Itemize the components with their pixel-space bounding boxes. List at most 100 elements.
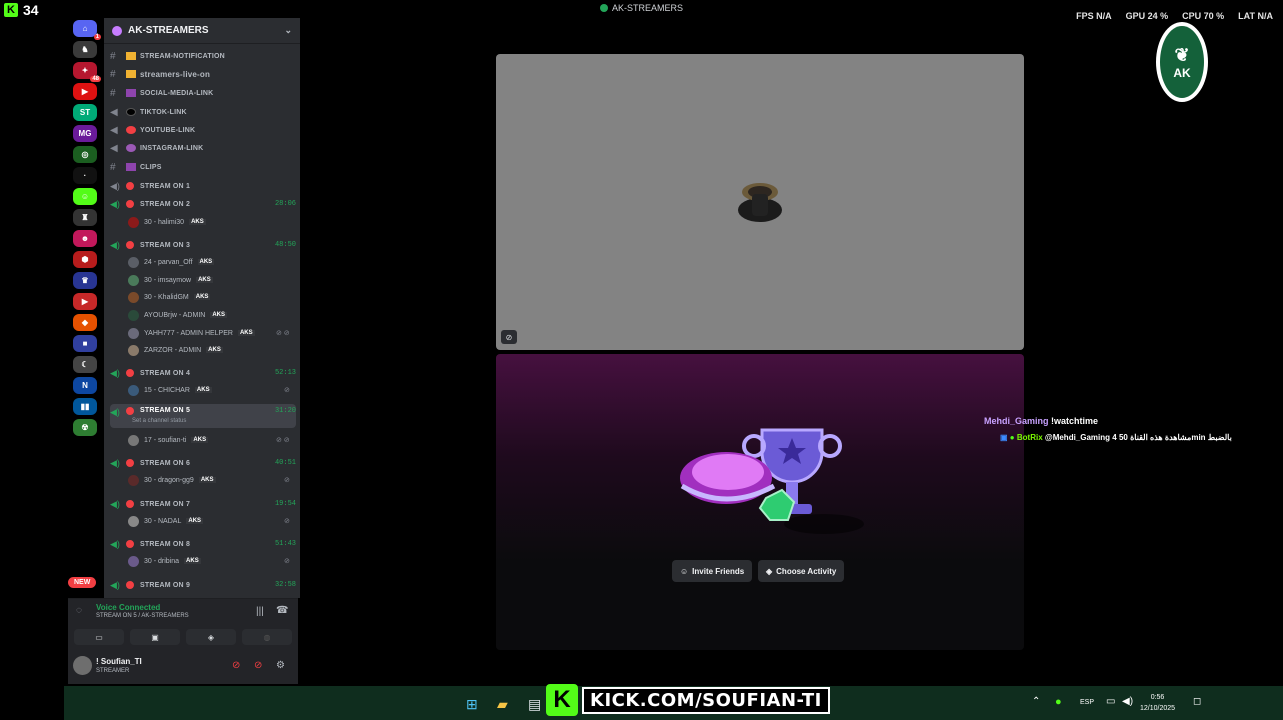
notification-icon[interactable]: ◻ <box>1193 696 1201 707</box>
server-icon-avatar[interactable]: ☻ <box>73 230 97 247</box>
voice-user[interactable]: 24 - parvan_Off AKS <box>128 255 215 269</box>
server-icon-st[interactable]: ST <box>73 104 97 121</box>
voice-user[interactable]: ZARZOR - ADMIN AKS <box>128 343 223 357</box>
server-icon-alien[interactable]: ☢ <box>73 419 97 436</box>
voice-user[interactable]: 30 - dribina AKS ⊘ <box>128 554 290 568</box>
channel-status-hint[interactable]: Set a channel status <box>132 418 186 424</box>
voice-channel-7[interactable]: ◀) STREAM ON 7 19:54 <box>110 496 296 512</box>
server-icon-badge[interactable]: ◆ <box>73 314 97 331</box>
gear-icon[interactable]: ⚙ <box>276 660 285 671</box>
voice-channel-2[interactable]: ◀) STREAM ON 2 28:06 <box>110 196 296 212</box>
channel-stream-notification[interactable]: # stream-notification <box>110 48 296 64</box>
microphone-icon[interactable]: ● <box>1055 696 1062 708</box>
volume-icon[interactable]: ◀) <box>1122 696 1133 707</box>
channel-name: STREAM ON 9 <box>140 581 191 589</box>
voice-user[interactable]: YAHH777 - ADMIN HELPER AKS ⊘ ⊘ <box>128 326 290 340</box>
voice-channel-1[interactable]: ◀) STREAM ON 1 <box>110 178 296 194</box>
user-tag: AKS <box>197 259 215 265</box>
signal-icon[interactable]: ◌ <box>76 605 82 616</box>
voice-user[interactable]: 30 - halimi30 AKS <box>128 215 206 229</box>
chat-message: ▣ ● BotRix @Mehdi_Gaming 4 مشاهدة هذه ال… <box>1000 433 1232 442</box>
screen-share-button[interactable]: ▣ <box>130 629 180 645</box>
deafened-icon[interactable]: ⊘ <box>254 660 262 671</box>
voice-channel-path[interactable]: STREAM ON 5 / AK-STREAMERS <box>96 613 189 619</box>
server-icon-dark[interactable]: · <box>73 167 97 184</box>
server-icon-moon[interactable]: ☾ <box>73 356 97 373</box>
server-icon-red[interactable]: ✦ 48 <box>73 62 101 82</box>
user-status: STREAMER <box>96 668 130 674</box>
voice-channel-6[interactable]: ◀) STREAM ON 6 40:51 <box>110 455 296 471</box>
activity-button[interactable]: ◈ <box>186 629 236 645</box>
channel-youtube-link[interactable]: ◀ youtube-link <box>110 122 296 138</box>
record-dot-icon <box>126 540 134 548</box>
server-icon-bars[interactable]: ▮▮ <box>73 398 97 415</box>
server-icon-folder[interactable]: ■ <box>73 335 97 352</box>
disconnect-icon[interactable]: ☎ <box>276 605 288 616</box>
channel-social-media-link[interactable]: # social-media-link <box>110 85 296 101</box>
voice-user[interactable]: 15 - CHICHAR AKS ⊘ <box>128 383 290 397</box>
channel-clips[interactable]: # clips <box>110 159 296 175</box>
new-pill[interactable]: NEW <box>68 577 97 588</box>
soundboard-button[interactable]: ◍ <box>242 629 292 645</box>
voice-user[interactable]: AYOUBrjw - ADMIN AKS <box>128 308 227 322</box>
camera-button[interactable]: ▭ <box>74 629 124 645</box>
username[interactable]: ! Soufian_TI <box>96 657 142 666</box>
speaker-icon: ◀) <box>110 457 120 468</box>
channel-tiktok-link[interactable]: ◀ tiktok-link <box>110 104 296 120</box>
server-icon-nfs[interactable]: N <box>73 377 97 394</box>
taskbar-clock[interactable]: 0:56 12/10/2025 <box>1140 692 1175 714</box>
server-icon-mg[interactable]: MG <box>73 125 97 142</box>
mic-muted-icon[interactable]: ⊘ <box>232 660 240 671</box>
language-indicator[interactable]: ESP <box>1080 699 1094 706</box>
user-tag: AKS <box>186 518 204 524</box>
voice-status[interactable]: Voice Connected <box>96 603 160 612</box>
file-explorer-icon[interactable]: ▰ <box>497 696 508 713</box>
channel-instagram-link[interactable]: ◀ instagram-link <box>110 140 296 156</box>
server-icon-kick[interactable]: ☺ <box>73 188 97 205</box>
channel-timer: 31:20 <box>274 407 296 415</box>
voice-channel-9[interactable]: ◀) STREAM ON 9 32:58 <box>110 577 296 593</box>
voice-user[interactable]: 30 - KhalidGM AKS <box>128 290 211 304</box>
server-icon-shield[interactable]: ⬢ <box>73 251 97 268</box>
voice-channel-3[interactable]: ◀) STREAM ON 3 48:50 <box>110 237 296 253</box>
voice-channel-8[interactable]: ◀) STREAM ON 8 51:43 <box>110 536 296 552</box>
speaker-icon: ◀) <box>110 538 120 549</box>
voice-user[interactable]: 30 - NADAL AKS ⊘ <box>128 514 290 528</box>
avatar[interactable] <box>73 656 92 675</box>
server-icon-wolf[interactable]: ♞ <box>73 41 97 58</box>
record-dot-icon <box>126 459 134 467</box>
logo-text: AK <box>1173 65 1191 80</box>
voice-user[interactable]: 30 - imsaymow AKS <box>128 273 213 287</box>
voice-channel-5-active[interactable]: ◀) STREAM ON 5 31:20 Set a channel status <box>110 404 296 428</box>
server-icon-youtube[interactable]: ▶ <box>73 83 97 100</box>
chat-message: Mehdi_Gaming !watchtime <box>984 416 1098 426</box>
server-icon-ak[interactable]: ◎ <box>73 146 97 163</box>
avatar <box>128 434 139 446</box>
choose-activity-button[interactable]: ◈ Choose Activity <box>758 560 845 582</box>
voice-channel-4[interactable]: ◀) STREAM ON 4 52:13 <box>110 365 296 381</box>
invite-friends-button[interactable]: ☺ Invite Friends <box>672 560 753 582</box>
store-icon[interactable]: ▤ <box>528 696 541 713</box>
channel-sidebar: AK-STREAMERS ⌄ # stream-notification # str… <box>104 18 300 598</box>
chevron-up-icon[interactable]: ⌃ <box>1032 696 1040 707</box>
server-header[interactable]: AK-STREAMERS ⌄ <box>104 18 300 44</box>
network-icon[interactable]: ▭ <box>1106 696 1115 707</box>
server-icon-play[interactable]: ▶ <box>73 293 97 310</box>
voice-user[interactable]: 30 - dragon-gg9 AKS ⊘ <box>128 473 290 487</box>
windows-start-icon[interactable]: ⊞ <box>466 696 478 713</box>
discord-home-icon[interactable]: ⌂ 1 <box>73 20 101 40</box>
stream-mute-icon[interactable]: ⊘ <box>501 330 517 344</box>
kick-channel-banner: K KICK.COM/SOUFIAN-TI <box>546 683 830 717</box>
ak-logo: ❦ AK <box>1156 22 1208 102</box>
window-title-text: AK-STREAMERS <box>611 3 683 13</box>
voice-user-self[interactable]: 17 - soufian-ti AKS ⊘ ⊘ <box>128 433 290 447</box>
server-name: AK-STREAMERS <box>128 25 209 36</box>
server-badge: 48 <box>90 76 101 82</box>
kick-logo-icon: K <box>546 684 578 716</box>
server-icon-crown[interactable]: ♛ <box>73 272 97 289</box>
channel-timer: 48:50 <box>274 241 296 249</box>
noise-suppression-icon[interactable]: ||| <box>256 606 264 617</box>
channel-streamers-live-on[interactable]: # streamers-live-on <box>110 66 296 82</box>
server-icon-tower[interactable]: ♜ <box>73 209 97 226</box>
stream-tile[interactable]: ⊘ <box>496 54 1024 350</box>
